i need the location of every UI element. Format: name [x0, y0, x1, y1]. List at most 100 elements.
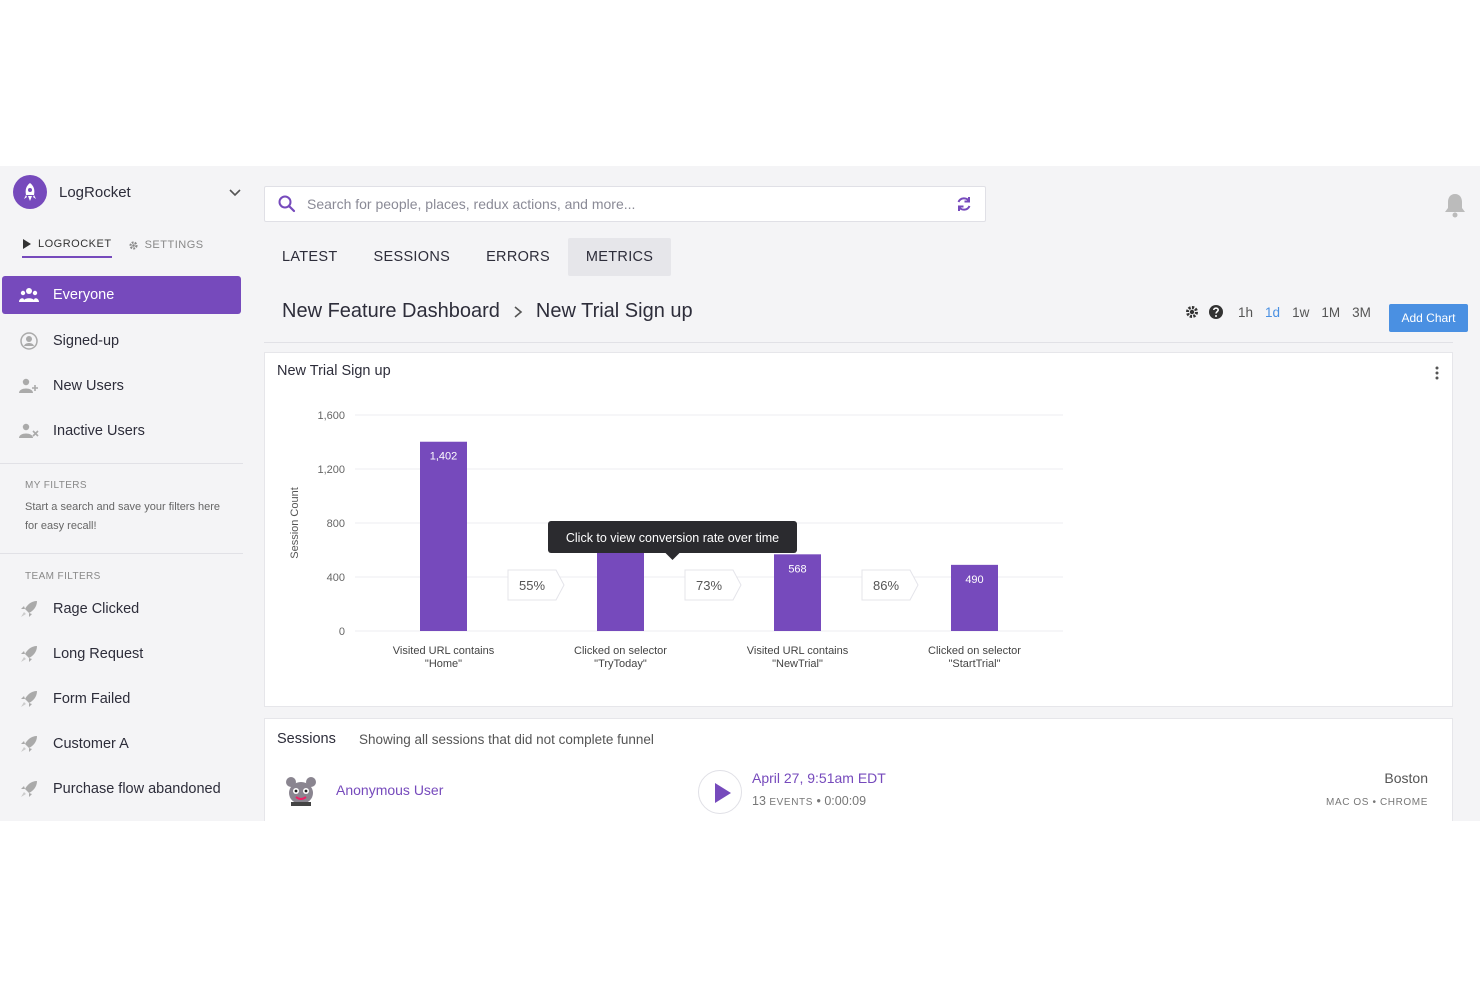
y-tick-label: 1,200 [317, 464, 345, 476]
my-filters-heading: MY FILTERS [25, 480, 87, 491]
subnav-logrocket[interactable]: LOGROCKET [22, 238, 112, 258]
x-category-label: Clicked on selector [928, 645, 1021, 657]
session-platform: MAC OS • CHROME [1326, 797, 1428, 808]
search-icon [278, 195, 296, 213]
x-category-label: Clicked on selector [574, 645, 667, 657]
sessions-title: Sessions [277, 731, 336, 747]
session-date-link[interactable]: April 27, 9:51am EDT [752, 770, 886, 786]
avatar [286, 777, 316, 806]
user-times-icon [19, 421, 39, 441]
bar-value-label[interactable]: 1,402 [430, 451, 458, 463]
chart-title: New Trial Sign up [277, 363, 391, 379]
main-tabs: LATEST SESSIONS ERRORS METRICS [264, 238, 672, 276]
session-city: Boston [1384, 770, 1428, 786]
rocket-logo-icon [13, 175, 47, 209]
chevron-down-icon[interactable] [227, 184, 243, 200]
sidebar: LogRocket LOGROCKET SETTINGS Everyone Si… [0, 166, 243, 821]
header-divider [264, 342, 1453, 343]
segment-signed-up-label: Signed-up [53, 333, 120, 349]
play-icon [715, 783, 731, 803]
add-chart-button[interactable]: Add Chart [1389, 304, 1468, 332]
segment-signed-up[interactable]: Signed-up [2, 322, 241, 360]
user-circle-icon [19, 331, 39, 351]
range-1h[interactable]: 1h [1232, 305, 1259, 320]
segment-inactive-users[interactable]: Inactive Users [2, 412, 241, 450]
team-filter-label: Customer A [53, 736, 129, 752]
subnav-settings[interactable]: SETTINGS [128, 238, 204, 258]
y-tick-label: 800 [327, 518, 345, 530]
rocket-icon [19, 644, 39, 664]
rocket-icon [19, 734, 39, 754]
funnel-chart-card: 0 400 800 1,200 1,600 Session Count 1,402 Visit… [264, 352, 1453, 707]
app-window: LogRocket LOGROCKET SETTINGS Everyone Si… [0, 166, 1480, 821]
sessions-description: Showing all sessions that did not comple… [359, 732, 654, 747]
conversion-rate-label[interactable]: 86% [873, 578, 899, 593]
team-filter-label: Purchase flow abandoned [53, 781, 221, 797]
bell-icon[interactable] [1443, 192, 1467, 218]
session-meta: 13 EVENTS • 0:00:09 [752, 794, 866, 808]
bar-value-label[interactable]: 490 [965, 574, 983, 586]
tab-sessions[interactable]: SESSIONS [356, 238, 469, 276]
sidebar-divider [0, 553, 243, 554]
search-input[interactable] [307, 196, 955, 212]
x-category-label: Visited URL contains [747, 645, 849, 657]
bar-value-label[interactable]: 568 [788, 563, 806, 575]
subnav-settings-label: SETTINGS [144, 239, 204, 251]
sidebar-divider [0, 463, 243, 464]
rocket-icon [19, 689, 39, 709]
team-filter-label: Form Failed [53, 691, 131, 707]
search-bar[interactable] [264, 186, 986, 222]
tab-errors[interactable]: ERRORS [468, 238, 568, 276]
range-1m[interactable]: 1M [1315, 305, 1346, 320]
conversion-rate-label[interactable]: 73% [696, 578, 722, 593]
help-icon[interactable] [1208, 304, 1224, 320]
gear-icon [129, 240, 138, 250]
y-tick-label: 1,600 [317, 410, 345, 422]
team-filter-form-failed[interactable]: Form Failed [2, 680, 241, 718]
more-options-icon[interactable] [1434, 365, 1440, 381]
segment-new-users-label: New Users [53, 378, 124, 394]
x-category-label: "NewTrial" [772, 658, 823, 670]
team-filter-long-request[interactable]: Long Request [2, 635, 241, 673]
play-session-button[interactable] [698, 770, 742, 814]
range-1d[interactable]: 1d [1259, 305, 1286, 320]
session-user-link[interactable]: Anonymous User [336, 782, 443, 798]
play-icon [23, 239, 31, 249]
breadcrumb-parent[interactable]: New Feature Dashboard [282, 300, 500, 323]
session-browser: CHROME [1379, 797, 1428, 808]
bar-step-1[interactable] [420, 441, 467, 631]
team-filter-rage-clicked[interactable]: Rage Clicked [2, 590, 241, 628]
segment-everyone-label: Everyone [53, 287, 115, 303]
range-3m[interactable]: 3M [1346, 305, 1377, 320]
breadcrumb: New Feature Dashboard New Trial Sign up [282, 300, 693, 323]
team-filter-purchase-flow-abandoned[interactable]: Purchase flow abandoned [2, 770, 241, 808]
gear-icon[interactable] [1184, 304, 1200, 320]
tab-metrics[interactable]: METRICS [567, 238, 672, 276]
funnel-chart[interactable]: 0 400 800 1,200 1,600 Session Count 1,402 Visit… [265, 353, 1454, 708]
x-category-label: "TryToday" [594, 658, 647, 670]
brand-name: LogRocket [59, 183, 131, 201]
x-category-label: "StartTrial" [948, 658, 1000, 670]
session-event-count: 13 [752, 794, 766, 808]
y-axis-label: Session Count [289, 487, 301, 559]
team-filter-customer-a[interactable]: Customer A [2, 725, 241, 763]
sidebar-subnav: LOGROCKET SETTINGS [22, 238, 204, 258]
y-tick-label: 0 [339, 626, 345, 638]
team-filter-label: Rage Clicked [53, 601, 140, 617]
range-1w[interactable]: 1w [1286, 305, 1315, 320]
x-category-label: Visited URL contains [393, 645, 495, 657]
breadcrumb-current: New Trial Sign up [535, 300, 693, 322]
segment-everyone[interactable]: Everyone [2, 276, 241, 314]
segment-new-users[interactable]: New Users [2, 367, 241, 405]
tab-latest[interactable]: LATEST [264, 238, 356, 276]
dashboard-toolbar: 1h 1d 1w 1M 3M [1184, 304, 1377, 320]
user-plus-icon [19, 376, 39, 396]
rocket-icon [19, 779, 39, 799]
sessions-card: Sessions Showing all sessions that did n… [264, 718, 1453, 821]
refresh-icon[interactable] [955, 195, 973, 213]
brand-switcher[interactable]: LogRocket [13, 174, 243, 210]
conversion-rate-label[interactable]: 55% [519, 578, 545, 593]
users-group-icon [19, 285, 39, 305]
session-events-label: EVENTS [769, 797, 814, 808]
chevron-right-icon [514, 305, 523, 318]
